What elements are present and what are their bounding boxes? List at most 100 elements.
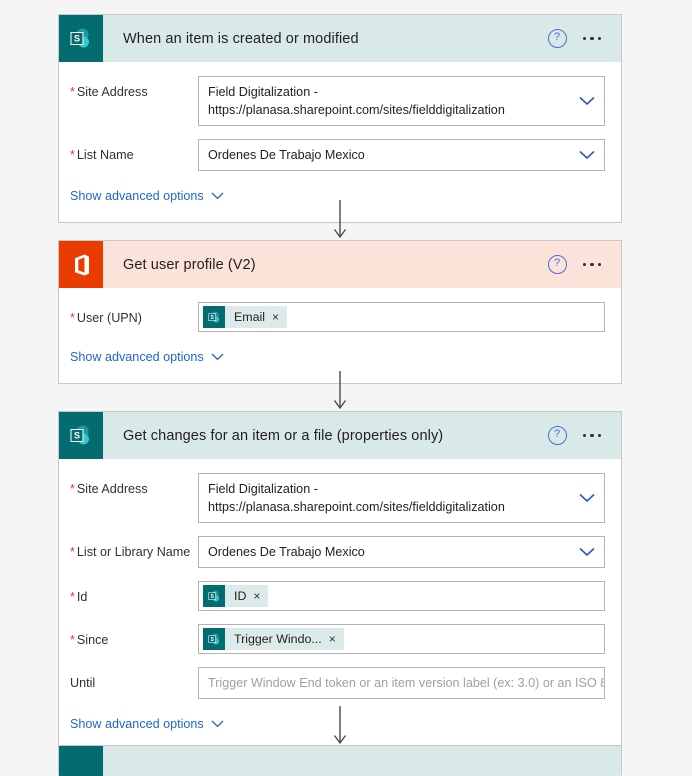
show-advanced-options-link[interactable]: Show advanced options [59,189,224,203]
help-icon[interactable]: ? [547,29,567,48]
sharepoint-icon: S [59,412,103,459]
card-body: * User (UPN) S Email × Show advanced opt… [59,302,621,364]
field-label-id: * Id [70,590,88,604]
list-or-library-name-value-line1: Ordenes De Trabajo Mexico [208,545,365,559]
card-header[interactable] [59,746,621,776]
list-name-value: Ordenes De Trabajo Mexico [199,140,570,170]
card-header[interactable]: S Get changes for an item or a file (pro… [59,412,621,459]
sharepoint-icon: S [203,585,225,607]
dynamic-content-token-email[interactable]: S Email × [203,306,287,328]
list-name-value-line1: Ordenes De Trabajo Mexico [208,148,365,162]
svg-text:S: S [210,593,214,599]
until-input[interactable]: Trigger Window End token or an item vers… [198,667,605,699]
site-address-combobox[interactable]: Field Digitalization - https://planasa.s… [198,76,605,126]
card-title: Get changes for an item or a file (prope… [123,427,444,444]
more-options-icon[interactable] [582,257,601,273]
flow-step-card-get-changes-for-an-item-or-a-file[interactable]: S Get changes for an item or a file (pro… [58,411,622,751]
token-container: S Email × [199,303,604,331]
site-address-value: Field Digitalization - https://planasa.s… [199,77,570,125]
more-options-icon[interactable] [582,31,601,47]
required-marker: * [70,590,75,604]
required-marker: * [70,148,75,162]
chevron-down-icon[interactable] [570,547,604,557]
flow-designer-canvas: S When an item is created or modified ? … [0,0,692,776]
flow-step-card-when-an-item-is-created-or-modified[interactable]: S When an item is created or modified ? … [58,14,622,223]
field-row-until: Until Trigger Window End token or an ite… [59,667,621,699]
card-header-actions: ? [547,426,622,445]
required-marker: * [70,482,75,496]
field-label-until: Until [70,676,96,690]
flow-connector-arrow [333,706,347,746]
field-row-site-address: * Site Address Field Digitalization - htt… [59,473,621,523]
card-header-actions: ? [547,255,622,274]
show-advanced-options-label: Show advanced options [70,717,204,731]
field-label-list-name: * List Name [70,148,134,162]
chevron-down-icon[interactable] [570,150,604,160]
help-icon[interactable]: ? [547,255,567,274]
field-row-list-or-library-name: * List or Library Name Ordenes De Trabajo… [59,536,621,568]
chevron-down-icon [211,353,224,361]
svg-text:S: S [210,636,214,642]
help-icon[interactable]: ? [547,426,567,445]
token-remove-icon[interactable]: × [329,633,344,645]
svg-text:S: S [74,33,80,43]
token-remove-icon[interactable]: × [253,590,268,602]
svg-text:S: S [74,430,80,440]
field-label-site-address: * Site Address [70,85,148,99]
field-row-site-address: * Site Address Field Digitalization - htt… [59,76,621,126]
site-address-value: Field Digitalization - https://planasa.s… [199,474,570,522]
token-label: Email [234,310,265,324]
list-or-library-name-value: Ordenes De Trabajo Mexico [199,537,570,567]
field-row-list-name: * List Name Ordenes De Trabajo Mexico [59,139,621,171]
show-advanced-options-link[interactable]: Show advanced options [59,717,224,731]
id-input[interactable]: S ID × [198,581,605,611]
flow-step-card-get-user-profile-v2[interactable]: Get user profile (V2) ? * User (UPN) S E… [58,240,622,384]
site-address-value-line2: https://planasa.sharepoint.com/sites/fie… [208,500,505,514]
since-input[interactable]: S Trigger Windo... × [198,624,605,654]
token-remove-icon[interactable]: × [272,311,287,323]
list-or-library-name-combobox[interactable]: Ordenes De Trabajo Mexico [198,536,605,568]
card-header[interactable]: Get user profile (V2) ? [59,241,621,288]
user-upn-input[interactable]: S Email × [198,302,605,332]
flow-connector-arrow [333,371,347,411]
more-options-icon[interactable] [582,428,601,444]
card-body: * Site Address Field Digitalization - htt… [59,473,621,731]
token-container: S Trigger Windo... × [199,625,604,653]
flow-connector-arrow [333,200,347,240]
field-row-user-upn: * User (UPN) S Email × [59,302,621,332]
show-advanced-options-link[interactable]: Show advanced options [59,350,224,364]
token-label: ID [234,589,247,603]
sharepoint-icon [59,746,103,776]
site-address-value-line1: Field Digitalization - [208,85,318,99]
dynamic-content-token-trigger-window-start[interactable]: S Trigger Windo... × [203,628,344,650]
dynamic-content-token-id[interactable]: S ID × [203,585,269,607]
card-body: * Site Address Field Digitalization - htt… [59,76,621,203]
site-address-combobox[interactable]: Field Digitalization - https://planasa.s… [198,473,605,523]
token-container: S ID × [199,582,604,610]
chevron-down-icon[interactable] [570,493,604,503]
sharepoint-icon: S [203,306,225,328]
required-marker: * [70,85,75,99]
field-row-since: * Since S Trigger Windo... × [59,624,621,654]
card-title: When an item is created or modified [123,30,359,47]
site-address-value-line1: Field Digitalization - [208,482,318,496]
show-advanced-options-label: Show advanced options [70,189,204,203]
field-label-list-or-library-name: * List or Library Name [70,545,191,559]
list-name-combobox[interactable]: Ordenes De Trabajo Mexico [198,139,605,171]
field-row-id: * Id S ID × [59,581,621,611]
sharepoint-icon: S [203,628,225,650]
chevron-down-icon [211,720,224,728]
field-label-user-upn: * User (UPN) [70,311,142,325]
show-advanced-options-label: Show advanced options [70,350,204,364]
field-label-since: * Since [70,633,109,647]
chevron-down-icon[interactable] [570,96,604,106]
office365-icon [59,241,103,288]
svg-text:S: S [210,314,214,320]
field-label-site-address: * Site Address [70,482,148,496]
required-marker: * [70,633,75,647]
sharepoint-icon: S [59,15,103,62]
required-marker: * [70,545,75,559]
card-header[interactable]: S When an item is created or modified ? [59,15,621,62]
until-placeholder: Trigger Window End token or an item vers… [208,676,604,690]
flow-step-card-next-partial[interactable] [58,745,622,776]
